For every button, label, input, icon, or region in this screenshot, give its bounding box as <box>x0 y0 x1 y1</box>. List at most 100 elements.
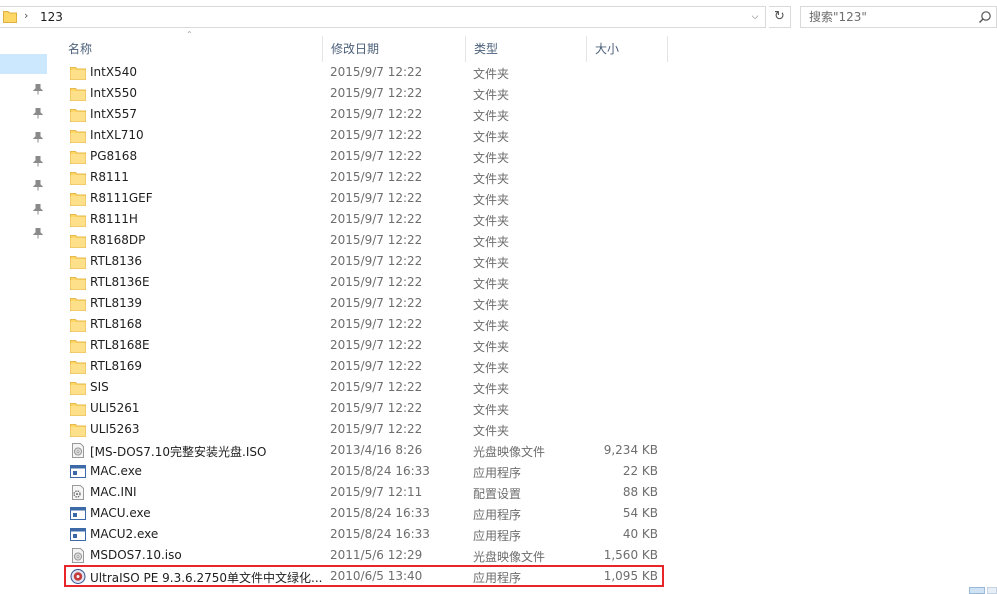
file-date: 2015/9/7 12:22 <box>330 338 423 352</box>
nav-selected-item[interactable] <box>0 54 47 74</box>
chevron-down-icon[interactable]: ⌵ <box>748 10 762 24</box>
file-type: 文件夹 <box>473 277 510 291</box>
settings-file-icon <box>70 485 86 500</box>
application-icon <box>70 506 86 521</box>
search-box[interactable] <box>800 6 997 28</box>
file-date: 2015/9/7 12:22 <box>330 380 423 394</box>
pin-icon[interactable] <box>33 204 43 215</box>
file-type: 文件夹 <box>473 361 510 375</box>
address-bar[interactable]: › 123 ⌵ <box>0 6 766 28</box>
file-name[interactable]: ULI5263 <box>90 422 140 436</box>
file-date: 2013/4/16 8:26 <box>330 443 423 457</box>
pin-icon[interactable] <box>33 132 43 143</box>
file-name[interactable]: UltraISO PE 9.3.6.2750单文件中文绿化... <box>90 569 323 586</box>
file-date: 2015/9/7 12:22 <box>330 359 423 373</box>
file-row[interactable]: RTL8136 2015/9/7 12:22 文件夹 <box>60 251 670 272</box>
file-row[interactable]: RTL8168E 2015/9/7 12:22 文件夹 <box>60 335 670 356</box>
file-name[interactable]: MAC.exe <box>90 464 142 478</box>
file-name[interactable]: RTL8136E <box>90 275 150 289</box>
file-date: 2015/8/24 16:33 <box>330 464 430 478</box>
file-name[interactable]: MAC.INI <box>90 485 137 499</box>
file-row[interactable]: PG8168 2015/9/7 12:22 文件夹 <box>60 146 670 167</box>
file-row[interactable]: UltraISO PE 9.3.6.2750单文件中文绿化... 2010/6/5… <box>60 566 670 587</box>
file-name[interactable]: R8168DP <box>90 233 145 247</box>
file-row[interactable]: MACU.exe 2015/8/24 16:33 应用程序 54 KB <box>60 503 670 524</box>
file-name[interactable]: PG8168 <box>90 149 137 163</box>
file-row[interactable]: MAC.INI 2015/9/7 12:11 配置设置 88 KB <box>60 482 670 503</box>
file-row[interactable]: RTL8169 2015/9/7 12:22 文件夹 <box>60 356 670 377</box>
file-row[interactable]: [MS-DOS7.10完整安装光盘.ISO 2013/4/16 8:26 光盘映像文… <box>60 440 670 461</box>
file-row[interactable]: IntX557 2015/9/7 12:22 文件夹 <box>60 104 670 125</box>
file-name[interactable]: IntX540 <box>90 65 137 79</box>
file-name[interactable]: MSDOS7.10.iso <box>90 548 182 562</box>
file-name[interactable]: IntX557 <box>90 107 137 121</box>
file-row[interactable]: R8111 2015/9/7 12:22 文件夹 <box>60 167 670 188</box>
file-row[interactable]: R8111GEF 2015/9/7 12:22 文件夹 <box>60 188 670 209</box>
folder-icon <box>70 191 86 206</box>
folder-icon <box>70 380 86 395</box>
application-icon <box>70 527 86 542</box>
file-list: IntX540 2015/9/7 12:22 文件夹 IntX550 2015/9/7 … <box>60 62 670 587</box>
file-type: 文件夹 <box>473 235 510 249</box>
file-name[interactable]: R8111H <box>90 212 138 226</box>
file-row[interactable]: MSDOS7.10.iso 2011/5/6 12:29 光盘映像文件 1,560 K… <box>60 545 670 566</box>
file-name[interactable]: RTL8136 <box>90 254 142 268</box>
file-name[interactable]: RTL8168 <box>90 317 142 331</box>
file-name[interactable]: IntXL710 <box>90 128 144 142</box>
file-name[interactable]: R8111 <box>90 170 129 184</box>
file-date: 2015/9/7 12:22 <box>330 317 423 331</box>
search-icon[interactable] <box>978 10 992 24</box>
file-row[interactable]: ULI5261 2015/9/7 12:22 文件夹 <box>60 398 670 419</box>
column-header-date[interactable]: 修改日期 <box>323 36 465 62</box>
file-name[interactable]: RTL8139 <box>90 296 142 310</box>
pin-icon[interactable] <box>33 180 43 191</box>
file-date: 2015/8/24 16:33 <box>330 506 430 520</box>
breadcrumb-separator[interactable]: › <box>24 9 28 22</box>
column-header-size[interactable]: 大小 <box>587 36 667 62</box>
breadcrumb-current[interactable]: 123 <box>40 10 63 24</box>
file-date: 2015/9/7 12:22 <box>330 149 423 163</box>
file-type: 文件夹 <box>473 403 510 417</box>
file-name[interactable]: MACU.exe <box>90 506 151 520</box>
file-row[interactable]: RTL8139 2015/9/7 12:22 文件夹 <box>60 293 670 314</box>
folder-icon <box>70 296 86 311</box>
file-row[interactable]: ULI5263 2015/9/7 12:22 文件夹 <box>60 419 670 440</box>
refresh-button[interactable]: ↻ <box>769 6 791 28</box>
file-size: 1,095 KB <box>603 569 658 583</box>
file-row[interactable]: SIS 2015/9/7 12:22 文件夹 <box>60 377 670 398</box>
pin-icon[interactable] <box>33 156 43 167</box>
file-row[interactable]: MACU2.exe 2015/8/24 16:33 应用程序 40 KB <box>60 524 670 545</box>
file-row[interactable]: RTL8136E 2015/9/7 12:22 文件夹 <box>60 272 670 293</box>
column-header-type[interactable]: 类型 <box>466 36 586 62</box>
column-divider[interactable] <box>667 36 668 62</box>
folder-icon <box>70 317 86 332</box>
pin-icon[interactable] <box>33 108 43 119</box>
pin-icon[interactable] <box>33 84 43 95</box>
file-name[interactable]: IntX550 <box>90 86 137 100</box>
file-name[interactable]: SIS <box>90 380 109 394</box>
file-name[interactable]: ULI5261 <box>90 401 140 415</box>
search-input[interactable] <box>809 9 969 25</box>
file-name[interactable]: RTL8169 <box>90 359 142 373</box>
file-row[interactable]: IntX540 2015/9/7 12:22 文件夹 <box>60 62 670 83</box>
folder-icon <box>70 212 86 227</box>
file-type: 文件夹 <box>473 109 510 123</box>
file-row[interactable]: MAC.exe 2015/8/24 16:33 应用程序 22 KB <box>60 461 670 482</box>
file-row[interactable]: IntX550 2015/9/7 12:22 文件夹 <box>60 83 670 104</box>
file-row[interactable]: RTL8168 2015/9/7 12:22 文件夹 <box>60 314 670 335</box>
pin-icon[interactable] <box>33 228 43 239</box>
file-name[interactable]: R8111GEF <box>90 191 153 205</box>
file-date: 2010/6/5 13:40 <box>330 569 423 583</box>
file-type: 文件夹 <box>473 298 510 312</box>
file-name[interactable]: [MS-DOS7.10完整安装光盘.ISO <box>90 443 266 460</box>
details-view-button[interactable] <box>969 587 985 594</box>
file-row[interactable]: R8111H 2015/9/7 12:22 文件夹 <box>60 209 670 230</box>
file-row[interactable]: R8168DP 2015/9/7 12:22 文件夹 <box>60 230 670 251</box>
large-icons-view-button[interactable] <box>987 587 997 594</box>
folder-icon <box>70 170 86 185</box>
column-header-name[interactable]: 名称 <box>60 36 322 62</box>
folder-icon <box>70 401 86 416</box>
file-name[interactable]: RTL8168E <box>90 338 150 352</box>
file-name[interactable]: MACU2.exe <box>90 527 158 541</box>
file-row[interactable]: IntXL710 2015/9/7 12:22 文件夹 <box>60 125 670 146</box>
